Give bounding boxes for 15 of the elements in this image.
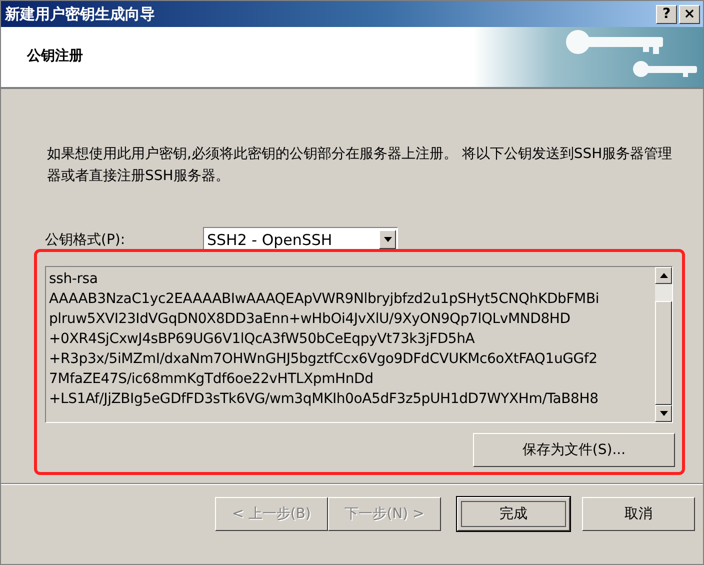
scroll-down-icon — [660, 411, 668, 416]
format-label: 公钥格式(P): — [45, 230, 126, 248]
dropdown-arrow-icon — [384, 237, 392, 242]
help-button[interactable]: ? — [656, 4, 677, 24]
page-title: 公钥注册 — [27, 47, 83, 66]
window-title: 新建用户密钥生成向导 — [5, 4, 156, 24]
description-text: 如果想使用此用户密钥,必须将此密钥的公钥部分在服务器上注册。 将以下公钥发送到SSH服务器管理器或者直接注册SSH服务器。 — [47, 145, 674, 186]
save-to-file-button[interactable]: 保存为文件(S)... — [473, 433, 675, 467]
wizard-button[interactable]: 取消 — [582, 497, 695, 531]
scrollbar[interactable] — [655, 267, 672, 422]
scroll-thumb[interactable] — [655, 301, 672, 405]
close-button[interactable]: × — [679, 4, 700, 24]
public-key-field[interactable]: ssh-rsa AAAAB3NzaC1yc2EAAAABIwAAAQEApVWR9Nlbryjbfzd2u1pSHyt5CNQhKDbFMBi plruw5XVI23IdVGqDN0X8DD3aEnn+wHbOi4JvXlU/9XyON9Qp7lQLvMND8HD +0XR4SjCxwJ4sBP69UG6V1lQcA3fW50bCeEqpyVt73k3jFD5hA +R3p3x/5iMZmI/dxaNm7OHWnGHJ5bgztfCcx6Vgo9DFdCVUKMc6oXtFAQ1uGGf2 7MfaZE47S/ic68mmKgTdf6oe22vHTLXpmHnDd +LS1Af/JjZBIg5eGDfFD3sTk6VG/wm3qMKIh0oA5dF3z5pUH1dD7WYXHm/TaB8H8 — [45, 266, 673, 423]
scroll-up-icon — [660, 273, 668, 278]
wizard-button[interactable]: 完成 — [457, 497, 570, 531]
